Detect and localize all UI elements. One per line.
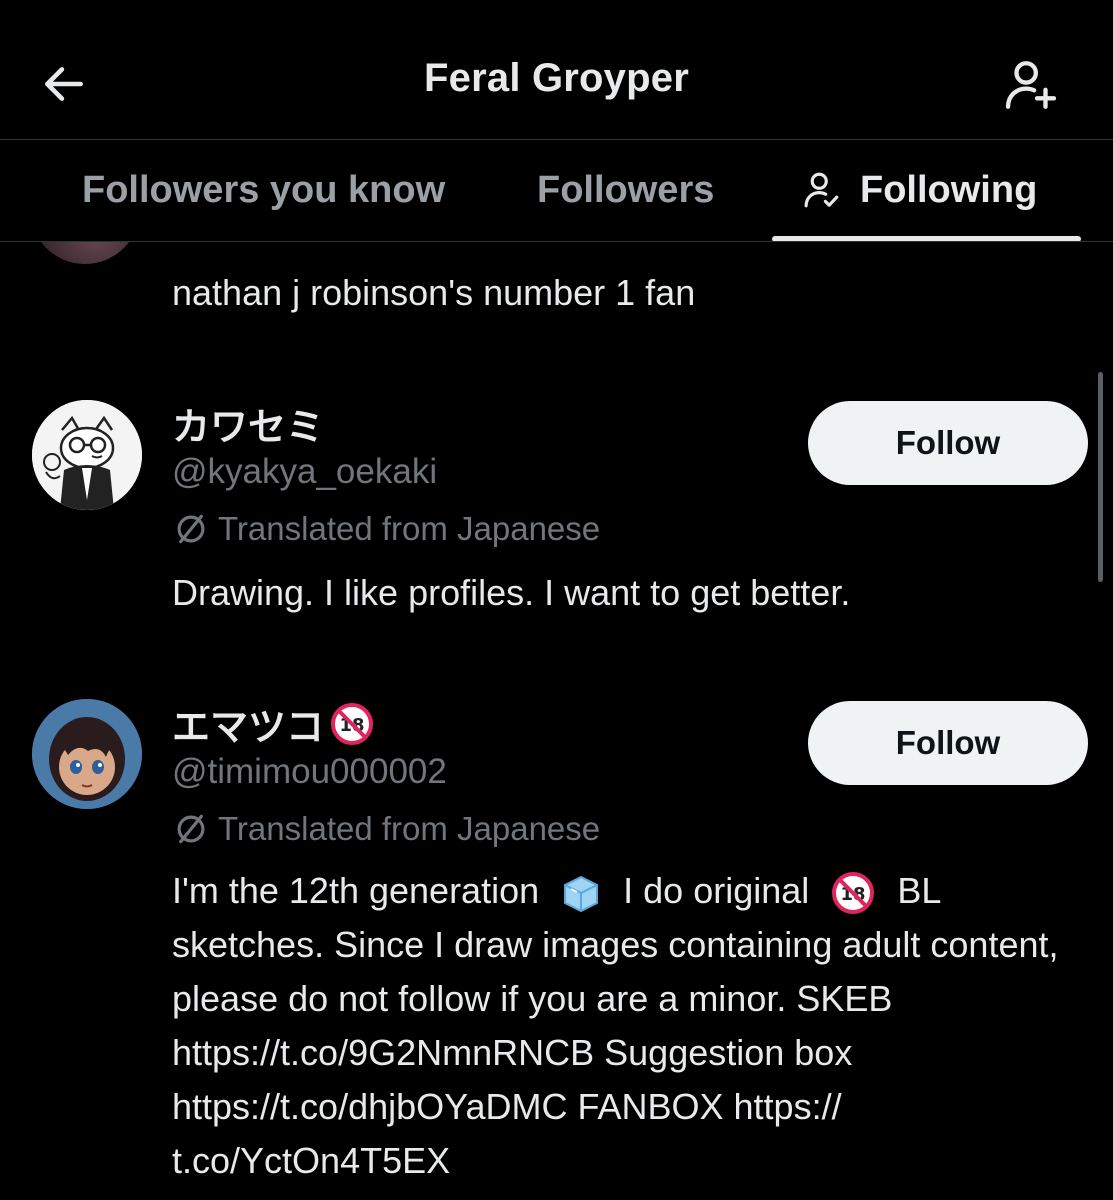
- translate-icon: [177, 814, 205, 844]
- bio-text: BL sketches. Since I draw images contain…: [172, 870, 1059, 1181]
- translation-label: Translated from Japanese: [218, 810, 601, 847]
- user-bio: Drawing. I like profiles. I want to get …: [172, 572, 851, 613]
- no-under-18-icon: 18: [330, 702, 374, 746]
- bio-text: I'm the 12th generation: [172, 870, 540, 911]
- anime-avatar-image: [32, 699, 142, 809]
- user-name-text: エマツコ: [172, 707, 325, 749]
- avatar[interactable]: [32, 400, 142, 510]
- tab-partial[interactable]: s: [0, 140, 14, 240]
- tab-followers[interactable]: Followers: [537, 140, 714, 240]
- page-title: Feral Groyper: [424, 56, 689, 100]
- following-list[interactable]: nathan j robinson's number 1 fan カワセミ @k…: [0, 242, 1113, 1200]
- tab-label: Followers you know: [82, 168, 446, 211]
- translation-note[interactable]: Translated from Japanese: [172, 810, 600, 848]
- follow-button[interactable]: Follow: [808, 701, 1088, 785]
- user-check-icon: [800, 169, 842, 211]
- user-name[interactable]: エマツコ 18: [172, 696, 374, 751]
- avatar[interactable]: [30, 242, 140, 264]
- follow-button[interactable]: Follow: [808, 401, 1088, 485]
- translation-note[interactable]: Translated from Japanese: [172, 510, 600, 548]
- ice-cube-icon: [559, 873, 603, 913]
- bio-text: I do original: [623, 870, 810, 911]
- avatar[interactable]: [32, 699, 142, 809]
- user-bio: I'm the 12th generation I do original 18…: [172, 864, 1072, 1188]
- tab-bar: s Followers you know Followers Following: [0, 140, 1113, 240]
- translation-label: Translated from Japanese: [218, 510, 601, 547]
- tab-label: Followers: [537, 168, 715, 211]
- tab-followers-you-know[interactable]: Followers you know: [82, 140, 445, 240]
- top-app-bar: Feral Groyper: [0, 0, 1113, 139]
- sketch-avatar-image: [32, 400, 142, 510]
- user-bio: nathan j robinson's number 1 fan: [172, 272, 696, 313]
- add-user-icon: [1005, 61, 1057, 109]
- user-name[interactable]: カワセミ: [172, 396, 324, 451]
- tab-label: Following: [860, 168, 1038, 211]
- no-under-18-icon: 18: [831, 871, 875, 915]
- scrollbar[interactable]: [1098, 372, 1103, 582]
- user-handle[interactable]: @kyakya_oekaki: [172, 452, 437, 492]
- user-handle[interactable]: @timimou000002: [172, 752, 447, 792]
- add-user-button[interactable]: [996, 50, 1066, 120]
- tab-following[interactable]: Following: [800, 140, 1037, 240]
- translate-icon: [177, 514, 205, 544]
